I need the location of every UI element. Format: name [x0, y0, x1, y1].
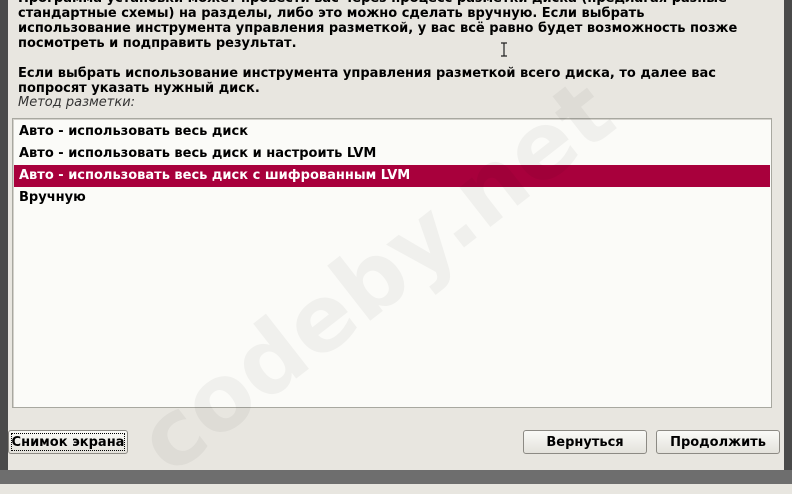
window-frame-bottom [0, 470, 792, 484]
screenshot-button[interactable]: Снимок экрана [8, 430, 128, 454]
installer-panel: Программа установки может провести вас ч… [8, 0, 784, 494]
option-manual[interactable]: Вручную [14, 187, 770, 209]
window-frame-right [784, 0, 792, 484]
description-paragraph-1: Программа установки может провести вас ч… [18, 0, 738, 51]
option-auto-encrypted-lvm[interactable]: Авто - использовать весь диск с шифрован… [14, 165, 770, 187]
partitioning-method-list[interactable]: Авто - использовать весь диск Авто - исп… [12, 118, 772, 408]
back-button[interactable]: Вернуться [523, 430, 647, 454]
option-auto-whole-disk[interactable]: Авто - использовать весь диск [14, 121, 770, 143]
partitioning-method-label: Метод разметки: [18, 95, 136, 110]
window-frame-left [0, 0, 8, 484]
description-paragraph-2: Если выбрать использование инструмента у… [18, 66, 717, 96]
option-auto-lvm[interactable]: Авто - использовать весь диск и настроит… [14, 143, 770, 165]
continue-button[interactable]: Продолжить [656, 430, 780, 454]
description-text: Программа установки может провести вас ч… [18, 0, 758, 96]
